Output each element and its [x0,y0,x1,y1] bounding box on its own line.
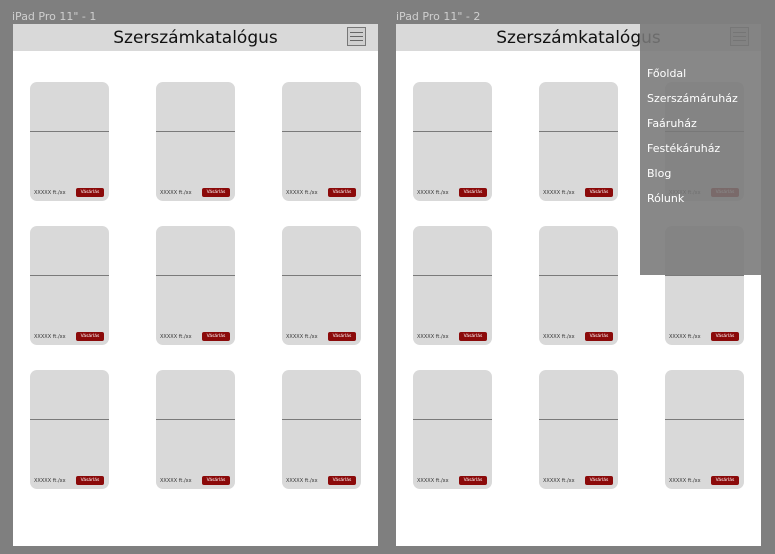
product-card[interactable]: XXXXX ft./xx Vásárlás [30,82,109,201]
product-card[interactable]: XXXXX ft./xx Vásárlás [282,226,361,345]
buy-button[interactable]: Vásárlás [328,476,356,485]
menu-item-szerszamaruhaz[interactable]: Szerszámáruház [647,92,738,105]
product-card[interactable]: XXXXX ft./xx Vásárlás [30,370,109,489]
card-divider [282,131,361,132]
buy-button[interactable]: Vásárlás [76,332,104,341]
ipad-frame-2: Szerszámkatalógus XXXXX ft./xx Vásárlás XX… [396,24,761,546]
product-card[interactable]: XXXXX ft./xx Vásárlás [156,370,235,489]
frame-2-label: iPad Pro 11" - 2 [396,10,481,23]
frame-1-label: iPad Pro 11" - 1 [12,10,97,23]
product-card[interactable]: XXXXX ft./xx Vásárlás [282,82,361,201]
product-card[interactable]: XXXXX ft./xx Vásárlás [413,370,492,489]
product-price: XXXXX ft./xx [34,478,66,484]
product-card[interactable]: XXXXX ft./xx Vásárlás [539,226,618,345]
card-divider [156,275,235,276]
buy-button[interactable]: Vásárlás [585,188,613,197]
buy-button[interactable]: Vásárlás [585,332,613,341]
product-price: XXXXX ft./xx [286,478,318,484]
buy-button[interactable]: Vásárlás [328,188,356,197]
product-card[interactable]: XXXXX ft./xx Vásárlás [665,370,744,489]
product-price: XXXXX ft./xx [286,190,318,196]
buy-button[interactable]: Vásárlás [711,476,739,485]
card-divider [413,275,492,276]
card-divider [30,131,109,132]
menu-item-festekaruhaz[interactable]: Festékáruház [647,142,720,155]
product-price: XXXXX ft./xx [34,190,66,196]
buy-button[interactable]: Vásárlás [585,476,613,485]
card-divider [665,419,744,420]
product-card[interactable]: XXXXX ft./xx Vásárlás [156,82,235,201]
card-divider [156,131,235,132]
product-price: XXXXX ft./xx [669,478,701,484]
product-price: XXXXX ft./xx [417,334,449,340]
buy-button[interactable]: Vásárlás [459,332,487,341]
page-title: Szerszámkatalógus [113,28,278,48]
product-price: XXXXX ft./xx [543,190,575,196]
product-price: XXXXX ft./xx [417,478,449,484]
ipad-frame-1: Szerszámkatalógus XXXXX ft./xx Vásárlás XX… [13,24,378,546]
card-divider [539,131,618,132]
buy-button[interactable]: Vásárlás [76,476,104,485]
card-divider [30,275,109,276]
product-price: XXXXX ft./xx [160,190,192,196]
product-card[interactable]: XXXXX ft./xx Vásárlás [539,82,618,201]
buy-button[interactable]: Vásárlás [202,476,230,485]
card-divider [413,131,492,132]
menu-item-fooldal[interactable]: Főoldal [647,67,686,80]
buy-button[interactable]: Vásárlás [76,188,104,197]
product-price: XXXXX ft./xx [417,190,449,196]
product-card[interactable]: XXXXX ft./xx Vásárlás [30,226,109,345]
card-divider [282,419,361,420]
product-price: XXXXX ft./xx [34,334,66,340]
header: Szerszámkatalógus [13,24,378,51]
product-card[interactable]: XXXXX ft./xx Vásárlás [413,226,492,345]
card-divider [30,419,109,420]
buy-button[interactable]: Vásárlás [459,188,487,197]
buy-button[interactable]: Vásárlás [711,332,739,341]
card-divider [413,419,492,420]
product-price: XXXXX ft./xx [160,334,192,340]
menu-item-faaruhaz[interactable]: Faáruház [647,117,697,130]
card-divider [156,419,235,420]
nav-menu: Főoldal Szerszámáruház Faáruház Festékár… [640,24,761,275]
buy-button[interactable]: Vásárlás [202,188,230,197]
menu-item-blog[interactable]: Blog [647,167,671,180]
product-card[interactable]: XXXXX ft./xx Vásárlás [282,370,361,489]
buy-button[interactable]: Vásárlás [202,332,230,341]
product-price: XXXXX ft./xx [286,334,318,340]
product-card[interactable]: XXXXX ft./xx Vásárlás [539,370,618,489]
hamburger-icon[interactable] [347,27,366,46]
card-divider [539,419,618,420]
menu-item-rolunk[interactable]: Rólunk [647,192,684,205]
card-divider [665,275,744,276]
card-divider [282,275,361,276]
product-card[interactable]: XXXXX ft./xx Vásárlás [156,226,235,345]
card-divider [539,275,618,276]
product-price: XXXXX ft./xx [669,334,701,340]
buy-button[interactable]: Vásárlás [328,332,356,341]
product-price: XXXXX ft./xx [543,478,575,484]
product-card[interactable]: XXXXX ft./xx Vásárlás [413,82,492,201]
product-price: XXXXX ft./xx [543,334,575,340]
buy-button[interactable]: Vásárlás [459,476,487,485]
product-price: XXXXX ft./xx [160,478,192,484]
